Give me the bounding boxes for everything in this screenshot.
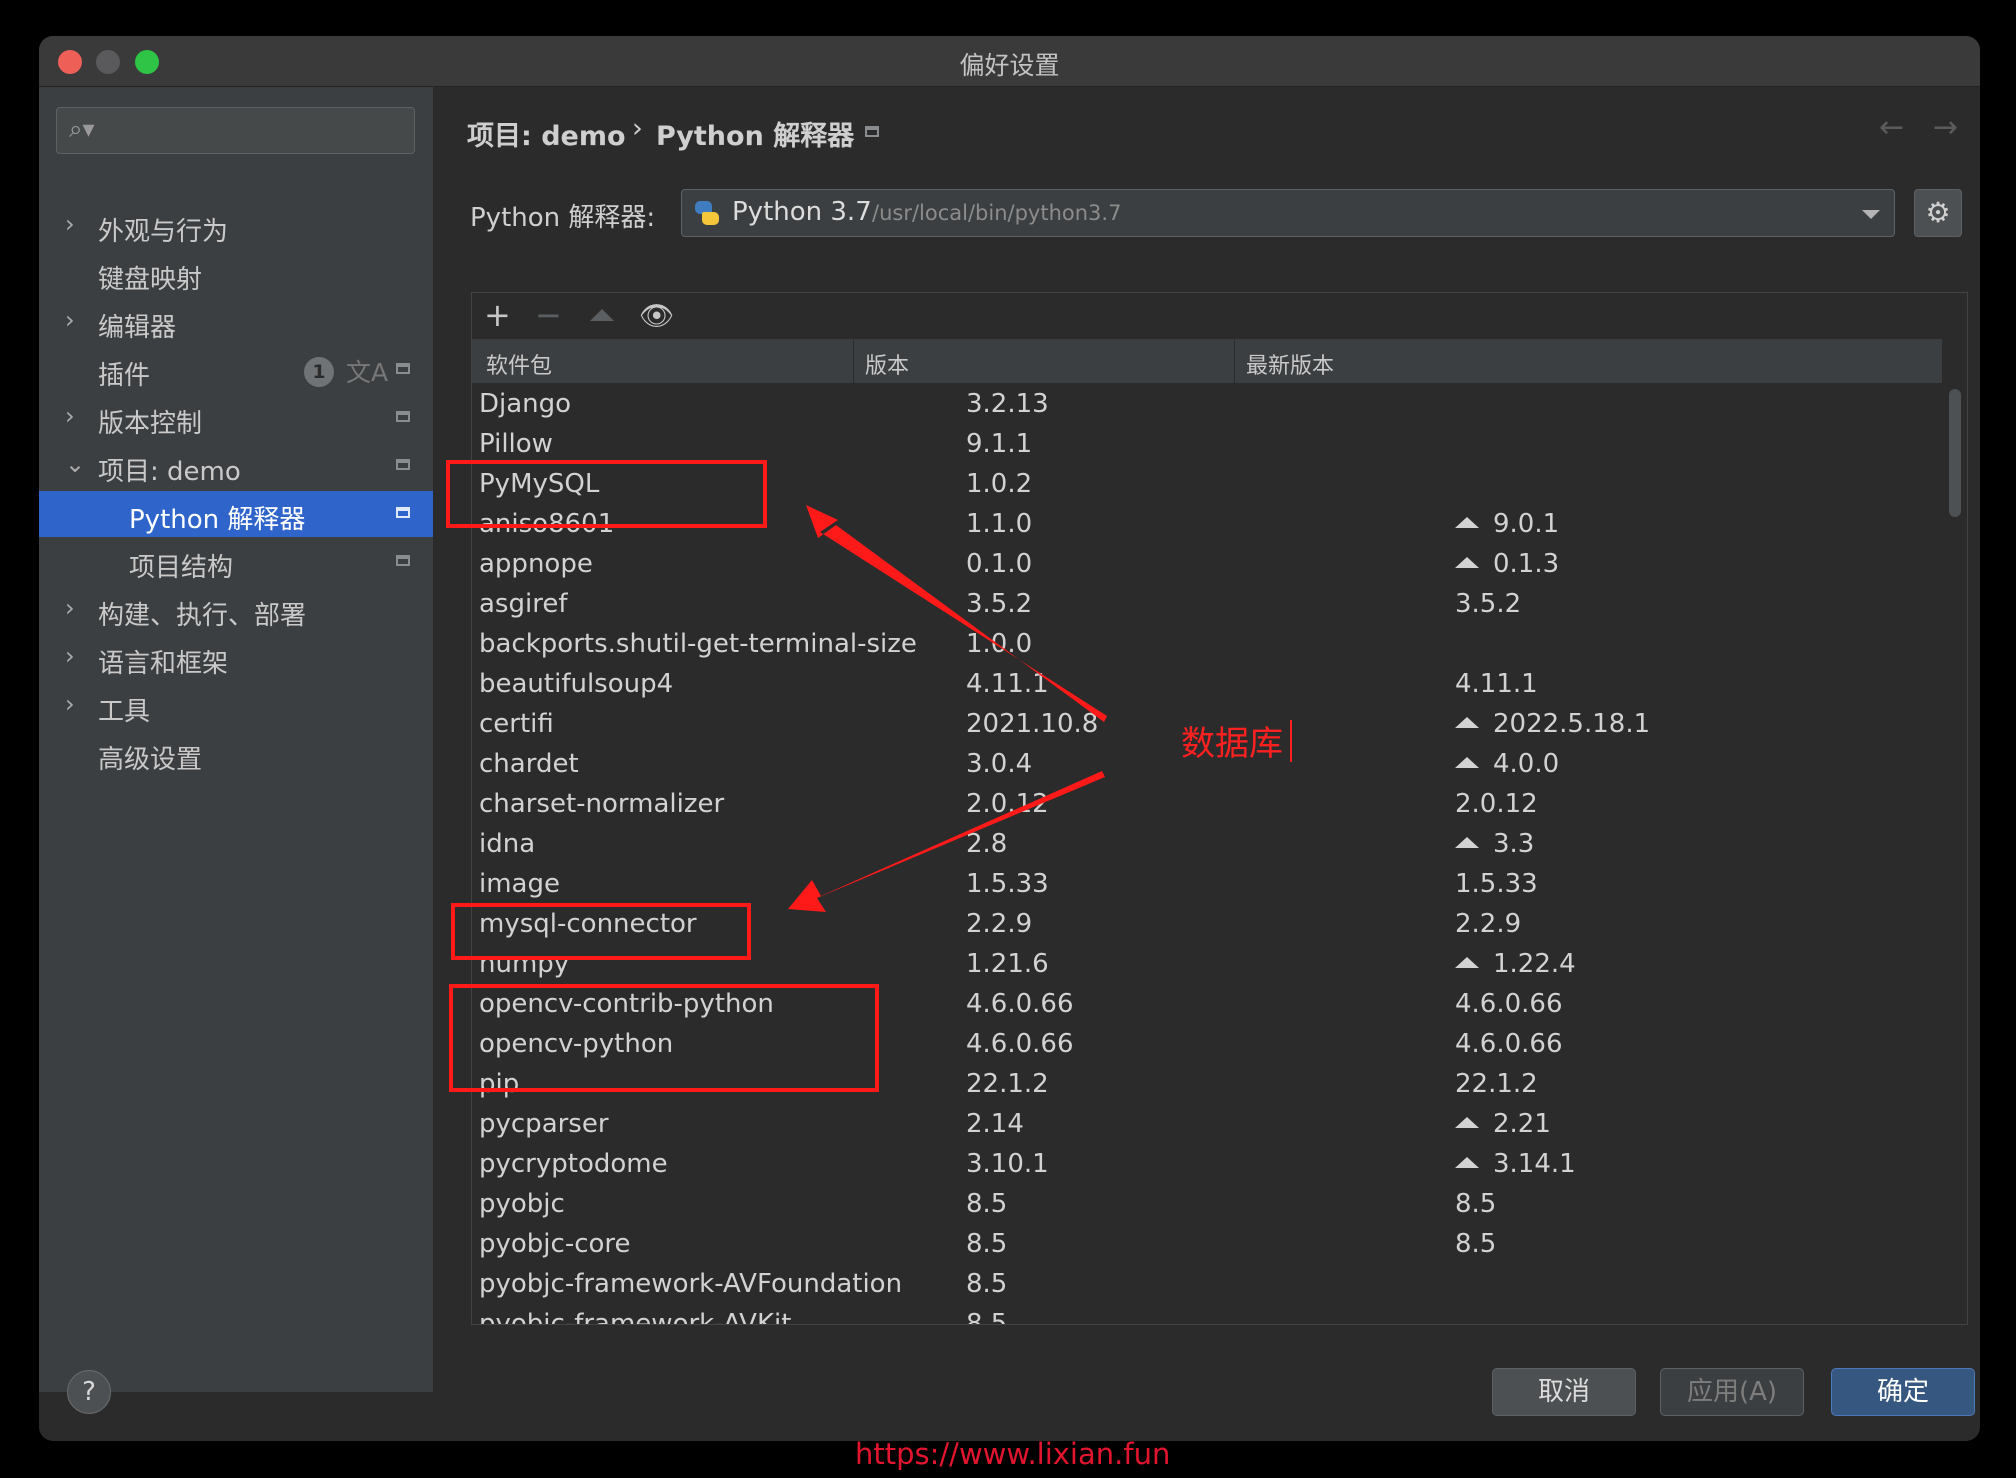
annotation-arrows xyxy=(788,505,1107,912)
watermark: https://www.lixian.fun xyxy=(855,1437,1171,1471)
text-cursor xyxy=(1290,720,1292,762)
annotation-arrow-lower xyxy=(788,771,1105,912)
annotation-label: 数据库 xyxy=(1181,724,1283,764)
annotation-arrow-upper xyxy=(806,505,1107,722)
